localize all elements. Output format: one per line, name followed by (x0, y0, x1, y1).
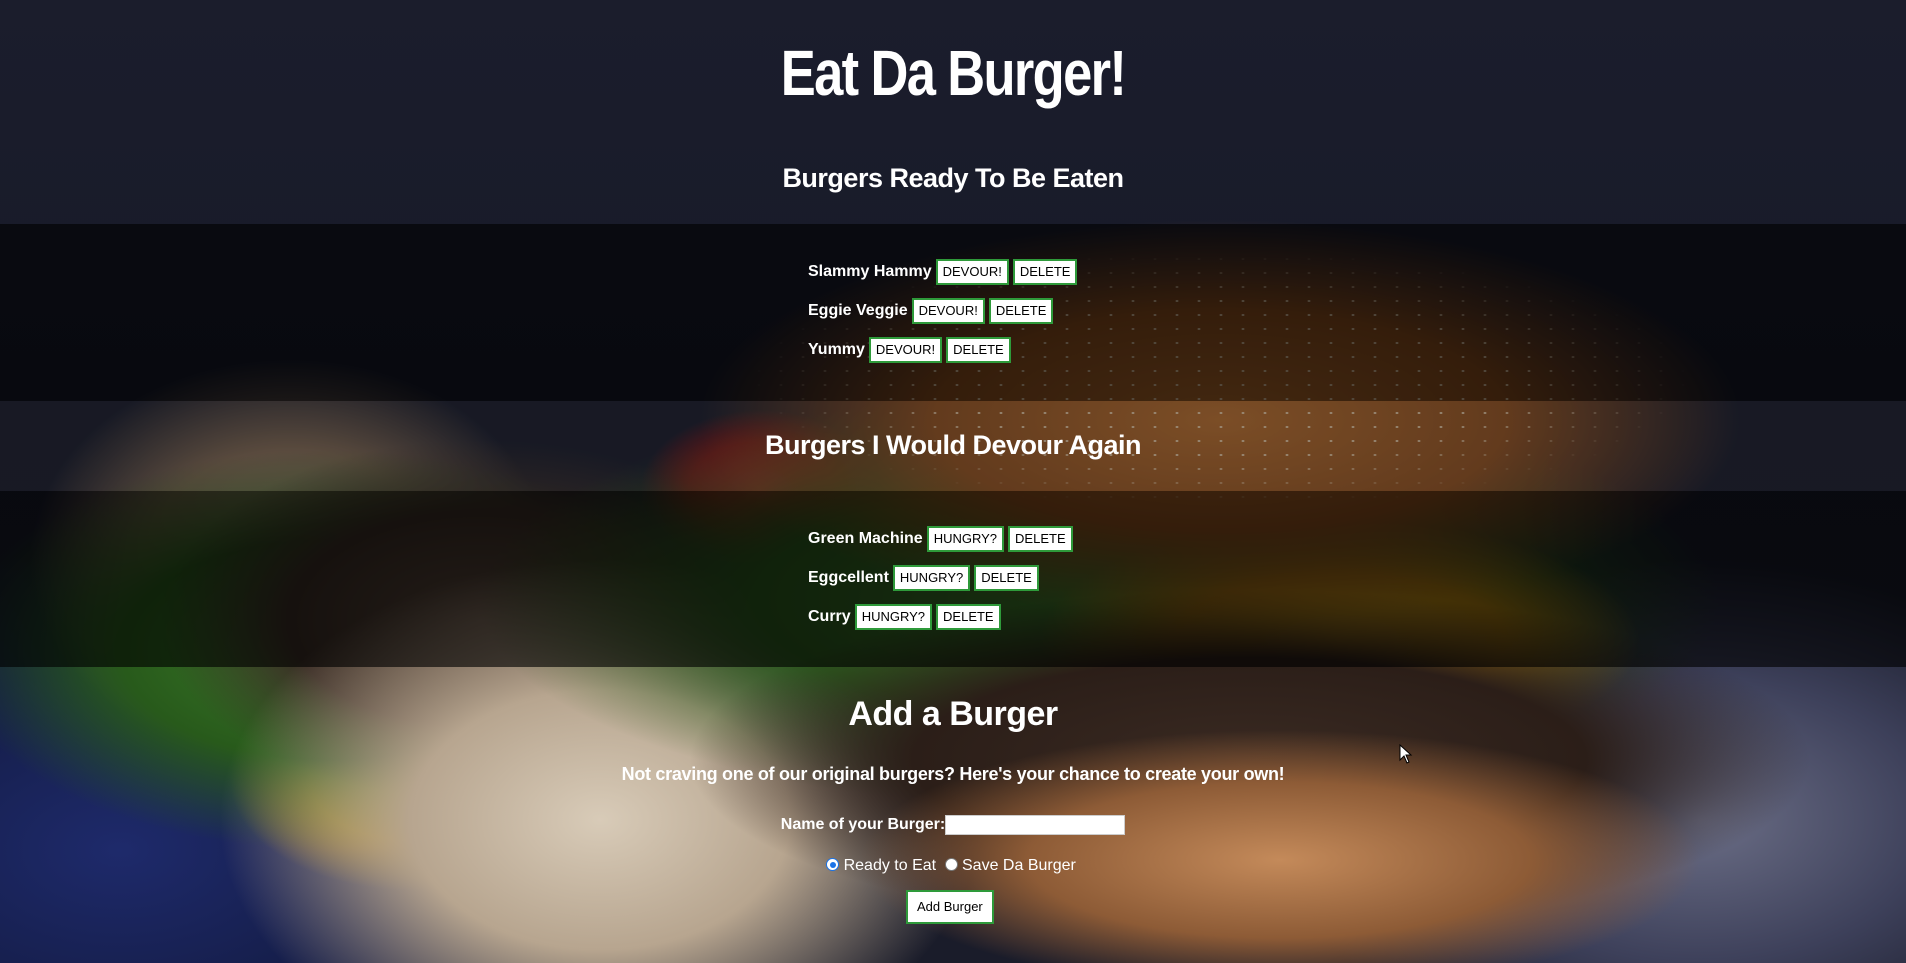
list-item: Yummy DEVOUR! DELETE (808, 337, 1015, 363)
delete-button[interactable]: DELETE (1012, 259, 1078, 285)
list-item: Eggcellent HUNGRY? DELETE (808, 565, 1043, 591)
list-item: Green Machine HUNGRY? DELETE (808, 526, 1077, 552)
burger-status-radio-group: Ready to Eat Save Da Burger (0, 857, 1906, 875)
save-da-burger-radio[interactable] (944, 858, 958, 871)
ready-to-eat-radio[interactable] (826, 858, 840, 871)
hungry-button[interactable]: HUNGRY? (892, 565, 971, 591)
list-item: Eggie Veggie DEVOUR! DELETE (808, 298, 1057, 324)
ready-to-eat-label: Ready to Eat (843, 857, 937, 874)
hungry-button[interactable]: HUNGRY? (854, 604, 933, 630)
delete-button[interactable]: DELETE (974, 565, 1039, 591)
page-content: Eat Da Burger! Burgers Ready To Be Eaten… (0, 0, 1906, 963)
burger-name: Yummy (808, 341, 865, 358)
devour-button[interactable]: DEVOUR! (868, 337, 943, 363)
add-burger-subtitle: Not craving one of our original burgers?… (621, 764, 1285, 784)
burger-name: Curry (808, 608, 851, 625)
devour-button[interactable]: DEVOUR! (911, 298, 985, 324)
delete-button[interactable]: DELETE (988, 298, 1054, 324)
ready-section-heading: Burgers Ready To Be Eaten (782, 163, 1124, 193)
burger-name-row: Name of your Burger: (0, 815, 1906, 835)
delete-button[interactable]: DELETE (946, 337, 1011, 363)
add-burger-heading: Add a Burger (848, 695, 1058, 733)
save-da-burger-label: Save Da Burger (962, 857, 1076, 874)
delete-button[interactable]: DELETE (1008, 526, 1073, 552)
burger-name: Eggcellent (808, 569, 889, 586)
add-burger-button[interactable]: Add Burger (906, 890, 994, 924)
burger-name: Slammy Hammy (808, 263, 932, 280)
burger-name-label: Name of your Burger: (780, 816, 946, 834)
burger-name-input[interactable] (945, 815, 1126, 835)
hungry-button[interactable]: HUNGRY? (926, 526, 1005, 552)
list-item: Slammy Hammy DEVOUR! DELETE (808, 259, 1081, 285)
burger-name: Green Machine (808, 530, 923, 547)
delete-button[interactable]: DELETE (936, 604, 1001, 630)
page-title: Eat Da Burger! (780, 37, 1127, 109)
list-item: Curry HUNGRY? DELETE (808, 604, 1005, 630)
burger-name: Eggie Veggie (808, 302, 908, 319)
mouse-cursor-icon (1399, 744, 1413, 764)
devoured-section-heading: Burgers I Would Devour Again (764, 430, 1142, 460)
devour-button[interactable]: DEVOUR! (935, 259, 1009, 285)
